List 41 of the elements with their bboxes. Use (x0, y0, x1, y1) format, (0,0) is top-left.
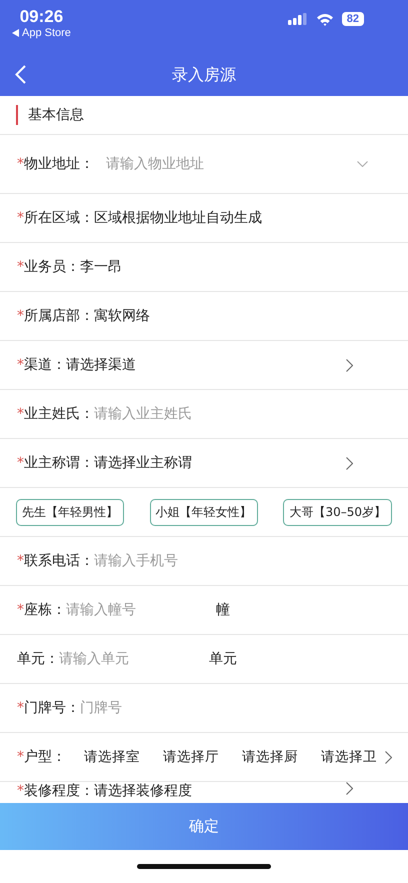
picker-value[interactable]: 请选择装修程度 (94, 782, 346, 800)
back-icon[interactable] (15, 65, 26, 84)
field-label: *物业地址： (17, 155, 94, 173)
chevron-right-icon[interactable] (346, 358, 353, 372)
field-label: *门牌号： (17, 699, 80, 717)
picker-value[interactable]: 请选择渠道 (66, 356, 346, 374)
room-picker[interactable]: 请选择厅 (163, 748, 219, 766)
field-value: 区域根据物业地址自动生成 (94, 209, 262, 227)
field-label: *所在区域： (17, 209, 94, 227)
picker-value[interactable]: 请选择业主称谓 (94, 454, 346, 472)
field-label: *装修程度： (17, 782, 94, 800)
field-label: *座栋： (17, 601, 66, 619)
status-time: 09:26 (20, 8, 64, 26)
field-label: *所属店部： (17, 307, 94, 325)
field-value: 李一昂 (80, 258, 122, 276)
title-option[interactable]: 先生【年轻男性】 (16, 498, 124, 526)
section-title: 基本信息 (28, 106, 84, 124)
chevron-right-icon[interactable] (346, 456, 353, 470)
field-label: 单元： (17, 650, 59, 668)
battery-indicator: 82 (342, 12, 364, 26)
field-label: *联系电话： (17, 552, 94, 570)
title-option[interactable]: 小姐【年轻女性】 (150, 498, 258, 526)
field-label: *业务员： (17, 258, 80, 276)
page-title: 录入房源 (172, 64, 236, 86)
wifi-icon (316, 12, 334, 26)
field-label: *业主姓氏： (17, 405, 94, 423)
room-picker[interactable]: 请选择厨 (242, 748, 298, 766)
field-label: *户型： (17, 748, 66, 766)
chevron-right-icon[interactable] (385, 750, 392, 764)
field-label: *业主称谓： (17, 454, 94, 472)
field-label: *渠道： (17, 356, 66, 374)
room-picker[interactable]: 请选择卫 (321, 748, 377, 766)
field-value: 寓软网络 (94, 307, 150, 325)
room-picker[interactable]: 请选择室 (84, 748, 140, 766)
unit-label: 幢 (216, 601, 230, 619)
unit-label: 单元 (209, 650, 237, 668)
back-triangle-icon (12, 29, 19, 37)
title-option[interactable]: 大哥【30–50岁】 (283, 498, 392, 526)
back-to-app-link[interactable]: App Store (22, 26, 71, 40)
signal-icon (288, 13, 308, 25)
chevron-right-icon[interactable] (346, 782, 353, 795)
